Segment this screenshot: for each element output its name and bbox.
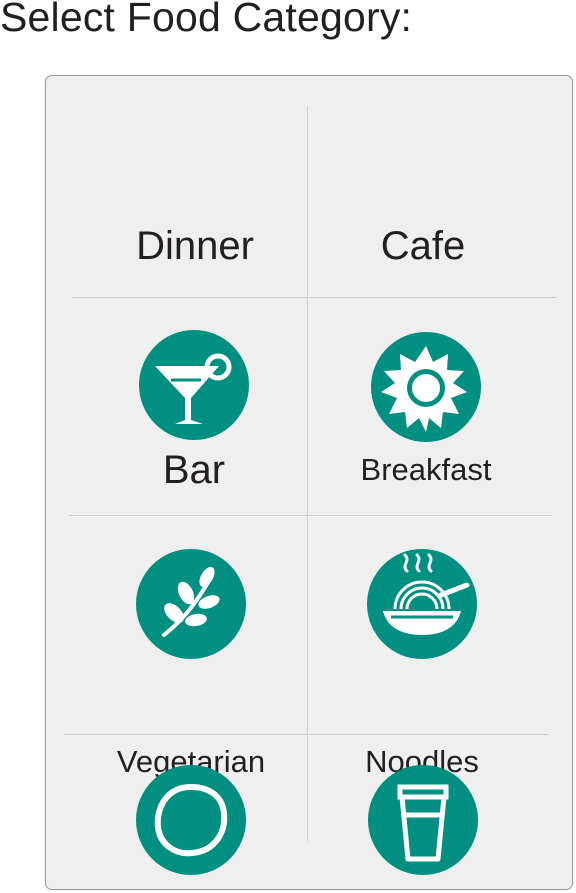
lemon-icon — [136, 765, 246, 875]
category-dinner[interactable]: Dinner — [77, 76, 313, 297]
category-bar[interactable]: Bar — [76, 298, 312, 515]
category-noodles[interactable]: Noodles — [304, 516, 540, 779]
category-label: Bar — [162, 448, 226, 492]
category-label: Cafe — [380, 224, 466, 268]
category-cafe[interactable]: Cafe — [305, 76, 541, 297]
category-breakfast[interactable]: Breakfast — [308, 298, 544, 515]
category-lemon[interactable] — [73, 735, 309, 889]
noodle-bowl-icon — [367, 549, 477, 659]
category-vegetarian[interactable]: Vegetarian — [73, 516, 309, 779]
category-label: Dinner — [136, 224, 254, 268]
cocktail-icon — [139, 330, 249, 440]
category-grid: Dinner Cafe Bar Breakfast Vegetarian Noo… — [45, 75, 573, 890]
sun-icon — [371, 332, 481, 442]
leaf-icon — [136, 549, 246, 659]
category-coffee[interactable] — [305, 735, 541, 889]
page-title: Select Food Category: — [0, 0, 413, 40]
coffee-cup-icon — [368, 765, 478, 875]
category-label: Breakfast — [360, 452, 492, 487]
